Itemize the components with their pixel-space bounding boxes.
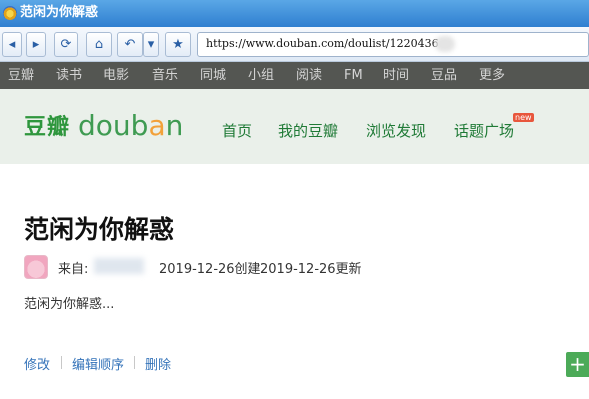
home-icon: ⌂ — [94, 37, 104, 52]
redacted-mark — [435, 36, 455, 52]
add-button[interactable]: + — [566, 352, 589, 377]
window-title: 范闲为你解惑 — [20, 5, 99, 20]
star-icon: ★ — [172, 37, 184, 52]
divider — [61, 356, 62, 369]
nav-my-douban[interactable]: 我的豆瓣 — [278, 120, 338, 141]
global-nav: 豆瓣 读书 电影 音乐 同城 小组 阅读 FM 时间 豆品 更多 — [0, 62, 589, 89]
browser-logo-icon — [3, 6, 17, 20]
address-text: https://www.douban.com/doulist/1220436 — [206, 37, 439, 50]
divider — [134, 356, 135, 369]
site-header: 豆瓣 douban 首页 我的豆瓣 浏览发现 话题广场 new — [0, 89, 589, 164]
logo-cn[interactable]: 豆瓣 — [24, 109, 70, 141]
logo-en[interactable]: douban — [78, 109, 183, 142]
undo-button[interactable]: ↶ — [117, 32, 143, 57]
address-bar[interactable]: https://www.douban.com/doulist/1220436 — [197, 32, 589, 57]
window-titlebar: 范闲为你解惑 — [0, 0, 589, 27]
forward-icon: ▸ — [32, 37, 40, 52]
global-nav-item[interactable]: 豆品 — [431, 62, 457, 89]
global-nav-item[interactable]: 音乐 — [152, 62, 178, 89]
back-icon: ◂ — [8, 37, 16, 52]
global-nav-item[interactable]: 小组 — [248, 62, 274, 89]
plus-icon: + — [569, 352, 586, 376]
global-nav-item[interactable]: 更多 — [479, 62, 505, 89]
global-nav-item[interactable]: 读书 — [56, 62, 82, 89]
edit-link[interactable]: 修改 — [24, 354, 50, 373]
updated-date: 2019-12-26更新 — [260, 262, 362, 277]
global-nav-item[interactable]: 时间 — [383, 62, 409, 89]
global-nav-item[interactable]: 电影 — [103, 62, 129, 89]
nav-home[interactable]: 首页 — [222, 120, 252, 141]
redacted-author — [94, 258, 144, 274]
chevron-down-icon: ▾ — [147, 37, 155, 52]
back-button[interactable]: ◂ — [2, 32, 22, 57]
nav-explore[interactable]: 浏览发现 — [366, 120, 426, 141]
browser-toolbar: ◂ ▸ ⟳ ⌂ ↶ ▾ ★ https://www.douban.com/dou… — [0, 27, 589, 62]
delete-link[interactable]: 删除 — [145, 354, 171, 373]
favorite-button[interactable]: ★ — [165, 32, 191, 57]
undo-dropdown-button[interactable]: ▾ — [143, 32, 159, 57]
reorder-link[interactable]: 编辑顺序 — [72, 354, 124, 373]
created-date: 2019-12-26创建 — [159, 262, 261, 277]
nav-topics[interactable]: 话题广场 — [454, 120, 514, 141]
global-nav-item[interactable]: 同城 — [200, 62, 226, 89]
refresh-icon: ⟳ — [60, 37, 72, 52]
new-badge: new — [513, 113, 534, 122]
refresh-button[interactable]: ⟳ — [54, 32, 78, 57]
doulist-description: 范闲为你解惑... — [24, 297, 115, 312]
forward-button[interactable]: ▸ — [26, 32, 46, 57]
avatar[interactable] — [24, 255, 48, 279]
global-nav-item[interactable]: 豆瓣 — [8, 62, 34, 89]
undo-icon: ↶ — [124, 37, 136, 52]
from-label: 来自: — [58, 262, 89, 277]
global-nav-item[interactable]: FM — [344, 62, 363, 89]
global-nav-item[interactable]: 阅读 — [296, 62, 322, 89]
home-button[interactable]: ⌂ — [86, 32, 112, 57]
page-title: 范闲为你解惑 — [24, 215, 175, 244]
